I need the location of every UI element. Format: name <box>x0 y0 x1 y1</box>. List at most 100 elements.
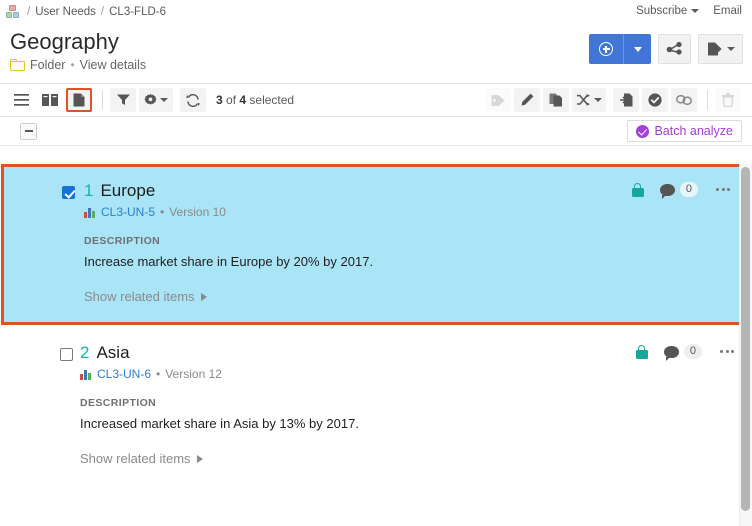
list-view-button[interactable] <box>8 88 34 112</box>
settings-dropdown-button[interactable] <box>139 88 173 112</box>
meta-separator: • <box>160 205 165 219</box>
item-version: Version 12 <box>165 367 222 381</box>
item-description-block: DESCRIPTION Increased market share in As… <box>80 397 752 431</box>
shuffle-dropdown-button[interactable] <box>572 88 606 112</box>
chevron-down-icon <box>691 9 700 13</box>
approve-check-icon <box>648 93 662 107</box>
add-button-group <box>589 34 651 64</box>
add-button[interactable] <box>589 34 623 64</box>
comment-count: 0 <box>679 182 698 197</box>
subscribe-dropdown[interactable]: Subscribe <box>636 5 700 17</box>
item-checkbox[interactable] <box>60 348 73 361</box>
plus-circle-icon <box>599 42 613 56</box>
breadcrumb-item-user-needs[interactable]: User Needs <box>35 6 96 18</box>
view-details-link[interactable]: View details <box>80 58 146 72</box>
scrollbar-thumb[interactable] <box>741 167 750 511</box>
bar-chart-icon <box>80 369 92 380</box>
selection-count: 3 <box>216 93 223 107</box>
item-meta-line: CL3-UN-6 • Version 12 <box>80 367 222 381</box>
item-actions: 0 <box>631 182 732 199</box>
export-dropdown-button[interactable] <box>698 34 743 64</box>
item-name: Asia <box>96 343 130 362</box>
item-id-link[interactable]: CL3-UN-5 <box>101 205 155 219</box>
description-label: DESCRIPTION <box>84 235 161 247</box>
show-related-items-link[interactable]: Show related items <box>80 451 203 466</box>
email-link[interactable]: Email <box>713 5 742 17</box>
delete-button[interactable] <box>715 88 741 112</box>
vertical-scrollbar[interactable] <box>739 164 752 526</box>
purple-check-badge-icon <box>636 124 650 138</box>
comment-bubble-icon <box>663 345 679 361</box>
selection-status: 3 of 4 selected <box>216 93 294 107</box>
comments-control[interactable]: 0 <box>663 344 702 361</box>
more-options-icon[interactable] <box>718 346 736 357</box>
link-chain-icon <box>676 95 692 105</box>
add-dropdown-button[interactable] <box>623 34 651 64</box>
batch-analyze-label: Batch analyze <box>654 124 733 138</box>
lock-icon[interactable] <box>631 182 644 197</box>
collapse-all-button[interactable] <box>20 122 37 140</box>
description-text: Increased market share in Asia by 13% by… <box>80 416 359 431</box>
duplicate-icon <box>549 93 562 107</box>
triangle-right-icon <box>200 292 207 301</box>
list-item[interactable]: 1 Europe CL3-UN-5 • Version 10 0 DESCRIP… <box>1 164 751 325</box>
item-number: 1 <box>84 181 94 200</box>
breadcrumb-item-folder-id[interactable]: CL3-FLD-6 <box>109 6 166 18</box>
document-view-button[interactable] <box>66 88 92 112</box>
triangle-right-icon <box>196 454 203 463</box>
breadcrumb: / User Needs / CL3-FLD-6 <box>6 5 166 18</box>
share-nodes-icon <box>666 41 682 55</box>
item-name: Europe <box>100 181 156 200</box>
top-bar: / User Needs / CL3-FLD-6 Subscribe Email <box>0 0 752 26</box>
item-description-block: DESCRIPTION Increase market share in Eur… <box>84 235 748 269</box>
lock-icon[interactable] <box>635 344 648 359</box>
more-options-icon[interactable] <box>714 184 732 195</box>
app-window: / User Needs / CL3-FLD-6 Subscribe Email… <box>0 0 752 526</box>
item-title-line: 2 Asia <box>80 343 222 363</box>
description-label: DESCRIPTION <box>80 397 157 409</box>
batch-analyze-button[interactable]: Batch analyze <box>627 120 742 142</box>
toolbar-divider-1 <box>102 90 103 110</box>
item-header-row: 2 Asia CL3-UN-6 • Version 12 0 <box>0 343 752 381</box>
shuffle-icon <box>576 94 590 106</box>
show-related-items-link[interactable]: Show related items <box>84 289 207 304</box>
organization-icon <box>6 5 20 18</box>
bar-chart-icon <box>84 207 96 218</box>
toolbar-divider-2 <box>707 90 708 110</box>
refresh-icon <box>186 93 200 107</box>
refresh-button[interactable] <box>180 88 206 112</box>
move-to-button[interactable] <box>613 88 639 112</box>
book-view-button[interactable] <box>37 88 63 112</box>
item-number: 2 <box>80 343 90 362</box>
subscribe-label: Subscribe <box>636 5 688 17</box>
share-button[interactable] <box>658 34 691 64</box>
filter-button[interactable] <box>110 88 136 112</box>
breadcrumb-separator-2: / <box>100 5 105 18</box>
item-actions: 0 <box>635 344 736 361</box>
item-version: Version 10 <box>169 205 226 219</box>
comment-bubble-icon <box>659 183 675 199</box>
comments-control[interactable]: 0 <box>659 182 698 199</box>
toolbar-right-group <box>485 88 744 112</box>
caret-down-icon <box>160 98 168 102</box>
item-id-link[interactable]: CL3-UN-6 <box>97 367 151 381</box>
book-view-icon <box>42 94 58 106</box>
delete-trash-icon <box>722 93 734 107</box>
duplicate-button[interactable] <box>543 88 569 112</box>
caret-down-icon <box>727 47 735 51</box>
approve-button[interactable] <box>642 88 668 112</box>
filter-funnel-icon <box>116 94 130 105</box>
edit-button[interactable] <box>514 88 540 112</box>
item-checkbox[interactable] <box>62 186 75 199</box>
list-view-icon <box>13 94 29 106</box>
move-to-icon <box>619 93 632 107</box>
caret-down-icon <box>593 98 602 102</box>
breadcrumb-separator: / <box>27 5 31 18</box>
items-list: 1 Europe CL3-UN-5 • Version 10 0 DESCRIP… <box>0 164 752 526</box>
list-item[interactable]: 2 Asia CL3-UN-6 • Version 12 0 DESCRIPTI… <box>0 325 752 484</box>
tag-button[interactable] <box>485 88 511 112</box>
meta-separator: • <box>156 367 161 381</box>
link-button[interactable] <box>671 88 697 112</box>
item-title-line: 1 Europe <box>84 181 226 201</box>
item-type-label: Folder <box>30 58 66 72</box>
